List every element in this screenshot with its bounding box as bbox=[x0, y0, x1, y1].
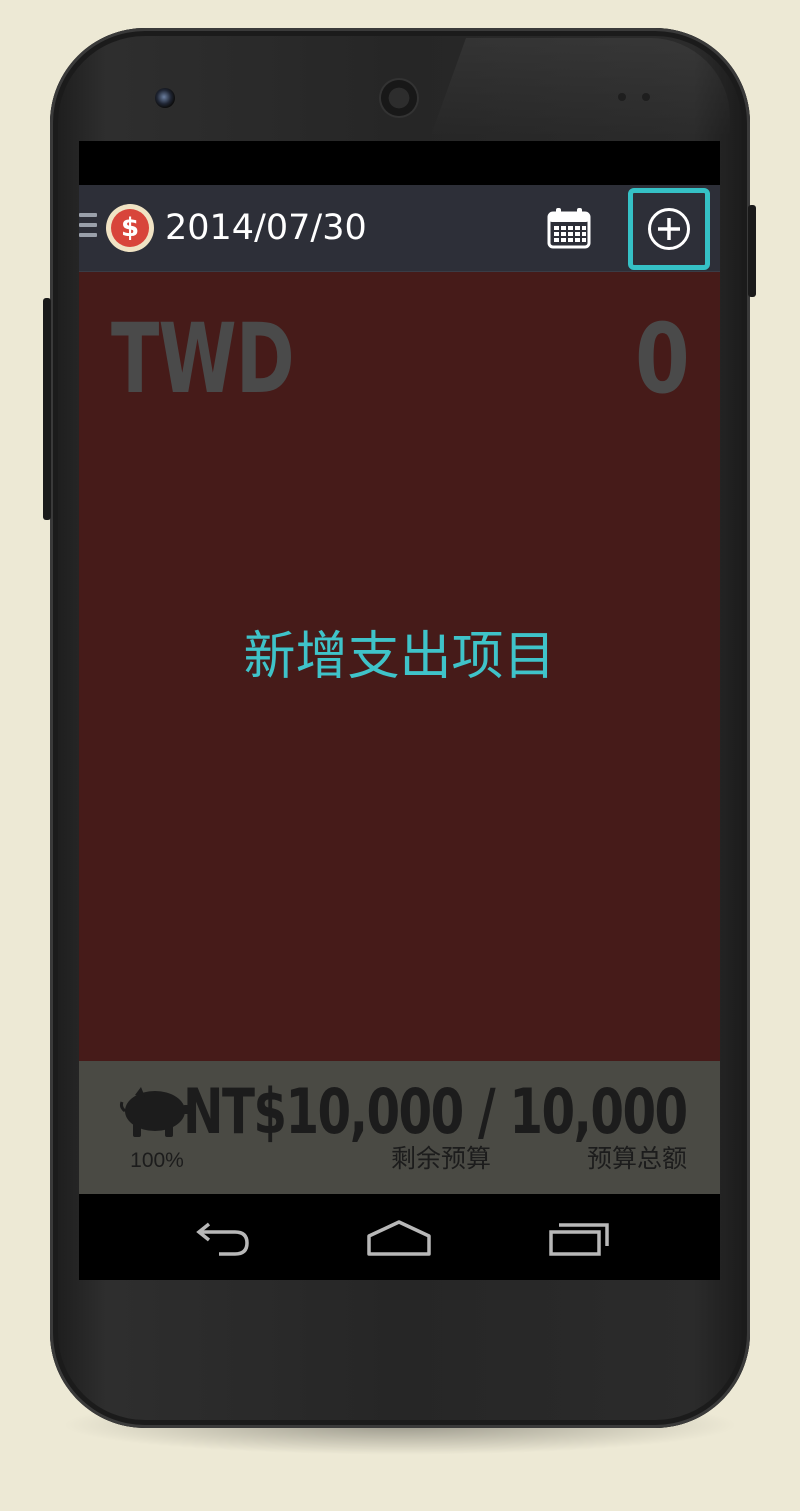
add-expense-button[interactable] bbox=[628, 188, 710, 270]
currency-code: TWD bbox=[111, 303, 295, 415]
sensor-dot bbox=[642, 93, 650, 101]
dollar-logo-icon: $ bbox=[106, 204, 154, 252]
expense-list-area: TWD 0 新增支出项目 bbox=[79, 272, 720, 1061]
home-icon bbox=[367, 1220, 431, 1256]
sensor-dot bbox=[618, 93, 626, 101]
add-expense-prompt[interactable]: 新增支出项目 bbox=[79, 622, 720, 692]
phone-glare bbox=[430, 38, 730, 138]
logo-symbol: $ bbox=[111, 209, 149, 247]
app-bar: $ 2014/07/30 bbox=[79, 185, 720, 272]
home-button[interactable] bbox=[365, 1216, 433, 1258]
earpiece-speaker-icon bbox=[381, 80, 417, 116]
system-nav-bar bbox=[79, 1194, 720, 1280]
budget-percent: 100% bbox=[130, 1149, 184, 1172]
recents-button[interactable] bbox=[547, 1216, 611, 1258]
back-icon bbox=[196, 1222, 249, 1256]
back-button[interactable] bbox=[189, 1216, 253, 1258]
phone-screen: $ 2014/07/30 TWD 0 新增支出项目 100% NT$10,000… bbox=[79, 141, 720, 1280]
add-circle-icon bbox=[648, 208, 690, 250]
menu-icon[interactable] bbox=[79, 213, 97, 243]
calendar-icon bbox=[547, 208, 591, 249]
calendar-button[interactable] bbox=[547, 207, 591, 249]
budget-summary: NT$10,000 / 10,000 bbox=[183, 1075, 688, 1148]
front-camera-icon bbox=[155, 88, 175, 108]
total-budget-label: 预算总额 bbox=[586, 1144, 687, 1173]
current-date[interactable]: 2014/07/30 bbox=[165, 205, 367, 251]
status-bar bbox=[79, 141, 720, 185]
total-amount: 0 bbox=[635, 303, 690, 415]
piggy-bank-icon bbox=[119, 1087, 189, 1137]
recents-icon bbox=[549, 1223, 609, 1256]
remaining-budget-label: 剩余预算 bbox=[391, 1144, 492, 1173]
volume-button bbox=[43, 298, 51, 520]
budget-footer: 100% NT$10,000 / 10,000 剩余预算 预算总额 bbox=[79, 1061, 720, 1194]
power-button bbox=[748, 205, 756, 297]
